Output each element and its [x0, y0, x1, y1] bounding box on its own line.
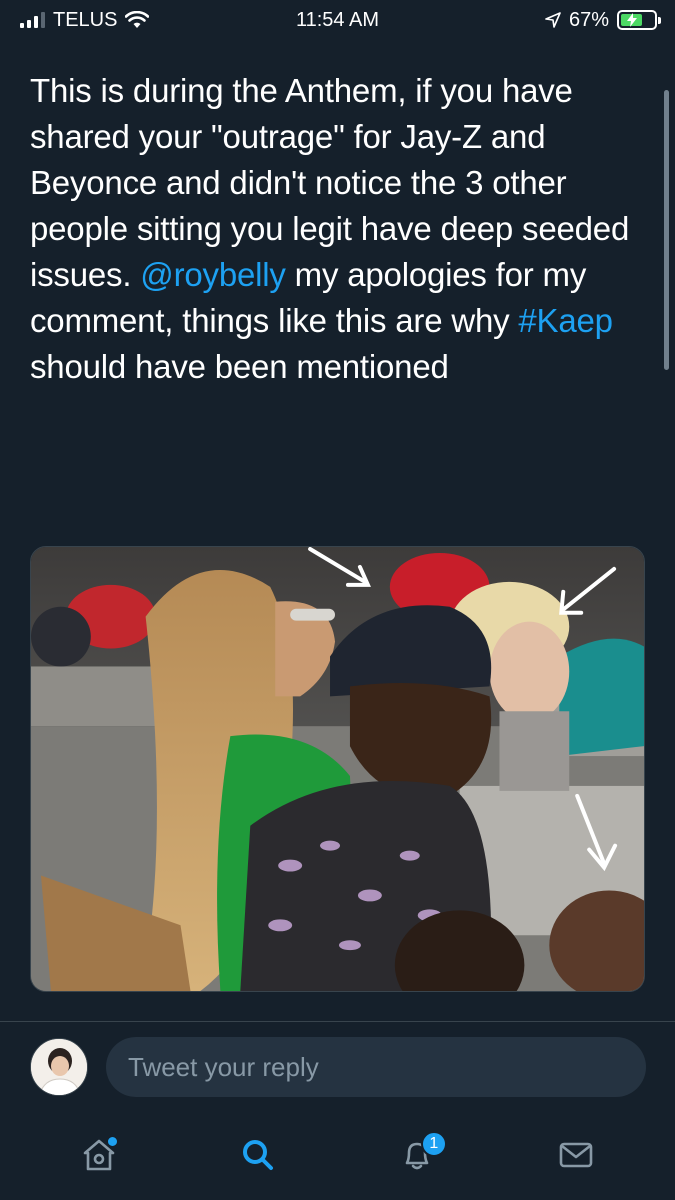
tab-messages[interactable] [546, 1125, 606, 1185]
carrier-name: TELUS [53, 8, 118, 31]
tab-home[interactable] [69, 1125, 129, 1185]
reply-input[interactable]: Tweet your reply [106, 1037, 646, 1097]
mention-link[interactable]: @roybelly [140, 256, 286, 293]
tweet-media-image[interactable] [30, 546, 645, 992]
hashtag-link[interactable]: #Kaep [518, 302, 613, 339]
tab-search[interactable] [228, 1125, 288, 1185]
battery-level-fill [621, 13, 643, 27]
bottom-tab-bar: 1 [0, 1110, 675, 1200]
notifications-badge: 1 [420, 1131, 447, 1157]
avatar[interactable] [30, 1038, 88, 1096]
status-bar: TELUS 11:54 AM 67% [0, 0, 675, 40]
tab-notifications[interactable]: 1 [387, 1125, 447, 1185]
search-icon [243, 1140, 274, 1170]
scrollbar-thumb[interactable] [664, 90, 669, 370]
signal-icon [20, 12, 45, 28]
status-left: TELUS [20, 8, 150, 32]
location-arrow-icon [545, 12, 561, 28]
battery-percent: 67% [568, 8, 609, 31]
charging-bolt-icon [626, 13, 637, 27]
avatar-image [31, 1039, 87, 1095]
reply-divider [0, 1021, 675, 1022]
messages-icon [559, 1142, 592, 1168]
status-right: 67% [545, 8, 661, 32]
reply-placeholder: Tweet your reply [128, 1051, 319, 1082]
tweet-text-part: should have been mentioned [30, 348, 449, 385]
stadium-photo [31, 547, 644, 991]
wifi-icon [125, 11, 150, 28]
tweet-text: This is during the Anthem, if you have s… [30, 68, 650, 390]
battery-icon [617, 10, 661, 30]
